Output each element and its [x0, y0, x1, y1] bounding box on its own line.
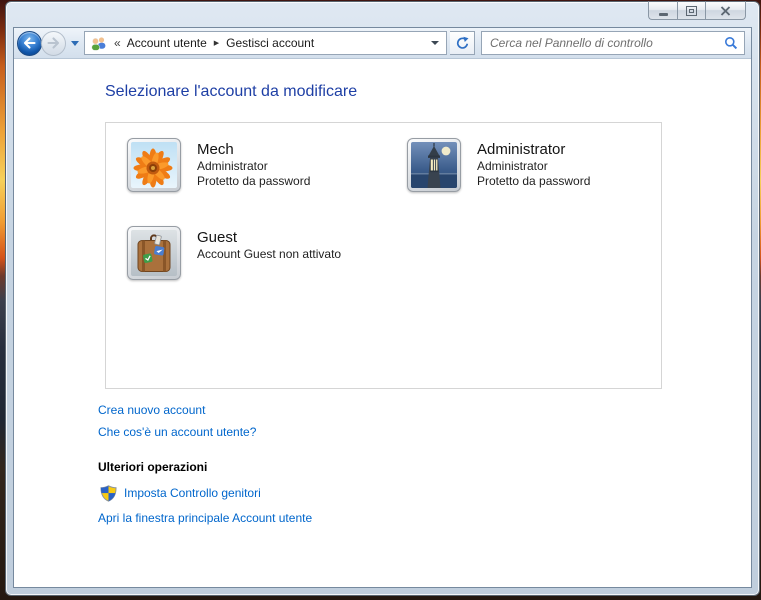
refresh-button[interactable]	[450, 31, 475, 55]
recent-pages-dropdown[interactable]	[71, 41, 79, 46]
suitcase-user-icon	[127, 226, 181, 280]
close-button[interactable]	[705, 1, 746, 20]
maximize-icon	[686, 6, 697, 16]
user-accounts-icon	[90, 36, 108, 51]
more-operations-heading: Ulteriori operazioni	[98, 460, 751, 474]
account-role: Account Guest non attivato	[197, 247, 341, 262]
account-role: Administrator	[477, 159, 590, 174]
flower-user-icon	[127, 138, 181, 192]
task-links: Crea nuovo account Che cos'è un account …	[98, 399, 751, 443]
window-controls	[648, 1, 746, 20]
accounts-list-box: Mech Administrator Protetto da password	[105, 122, 662, 389]
address-dropdown-button[interactable]	[428, 41, 442, 45]
uac-shield-icon	[100, 485, 117, 502]
account-status: Protetto da password	[197, 174, 310, 189]
minimize-button[interactable]	[648, 1, 677, 20]
search-box	[481, 31, 745, 55]
account-role: Administrator	[197, 159, 310, 174]
search-icon[interactable]	[724, 36, 738, 50]
address-breadcrumb-bar[interactable]: « Account utente ▶ Gestisci account	[84, 31, 447, 55]
account-status: Protetto da password	[477, 174, 590, 189]
page-content: Selezionare l'account da modificare	[14, 59, 751, 587]
arrow-left-icon	[23, 37, 36, 49]
parental-controls-item: Imposta Controllo genitori	[98, 485, 751, 502]
window-client-area: « Account utente ▶ Gestisci account	[13, 27, 752, 588]
account-name: Administrator	[477, 141, 590, 159]
lighthouse-user-icon	[407, 138, 461, 192]
page-title: Selezionare l'account da modificare	[105, 83, 751, 101]
breadcrumb-overflow-chevron[interactable]: «	[114, 36, 121, 50]
minimize-icon	[659, 13, 668, 16]
more-operations-section: Ulteriori operazioni	[98, 460, 751, 527]
account-name: Mech	[197, 141, 310, 159]
main-user-accounts-item: Apri la finestra principale Account uten…	[98, 510, 751, 527]
close-icon	[720, 6, 731, 16]
account-tile-administrator[interactable]: Administrator Administrator Protetto da …	[407, 138, 657, 192]
title-bar[interactable]	[6, 2, 759, 27]
account-tile-guest[interactable]: Guest Account Guest non attivato	[127, 226, 407, 280]
create-new-account-link[interactable]: Crea nuovo account	[98, 399, 751, 421]
account-name: Guest	[197, 229, 341, 247]
open-user-accounts-link[interactable]: Apri la finestra principale Account uten…	[98, 510, 312, 527]
maximize-button[interactable]	[677, 1, 705, 20]
breadcrumb-item-account-utente[interactable]: Account utente	[127, 36, 207, 50]
arrow-right-icon	[47, 37, 60, 49]
manage-accounts-window: « Account utente ▶ Gestisci account	[5, 1, 760, 596]
refresh-icon	[455, 36, 470, 51]
back-button[interactable]	[17, 31, 42, 56]
search-input[interactable]	[488, 35, 720, 51]
breadcrumb-separator-icon[interactable]: ▶	[213, 39, 220, 47]
what-is-user-account-link[interactable]: Che cos'è un account utente?	[98, 421, 751, 443]
chevron-down-icon	[431, 41, 439, 45]
forward-button[interactable]	[41, 31, 66, 56]
parental-controls-link[interactable]: Imposta Controllo genitori	[124, 485, 261, 502]
account-tiles: Mech Administrator Protetto da password	[127, 138, 661, 280]
navigation-toolbar: « Account utente ▶ Gestisci account	[14, 28, 751, 59]
account-tile-mech[interactable]: Mech Administrator Protetto da password	[127, 138, 407, 192]
breadcrumb-item-gestisci-account[interactable]: Gestisci account	[226, 36, 314, 50]
